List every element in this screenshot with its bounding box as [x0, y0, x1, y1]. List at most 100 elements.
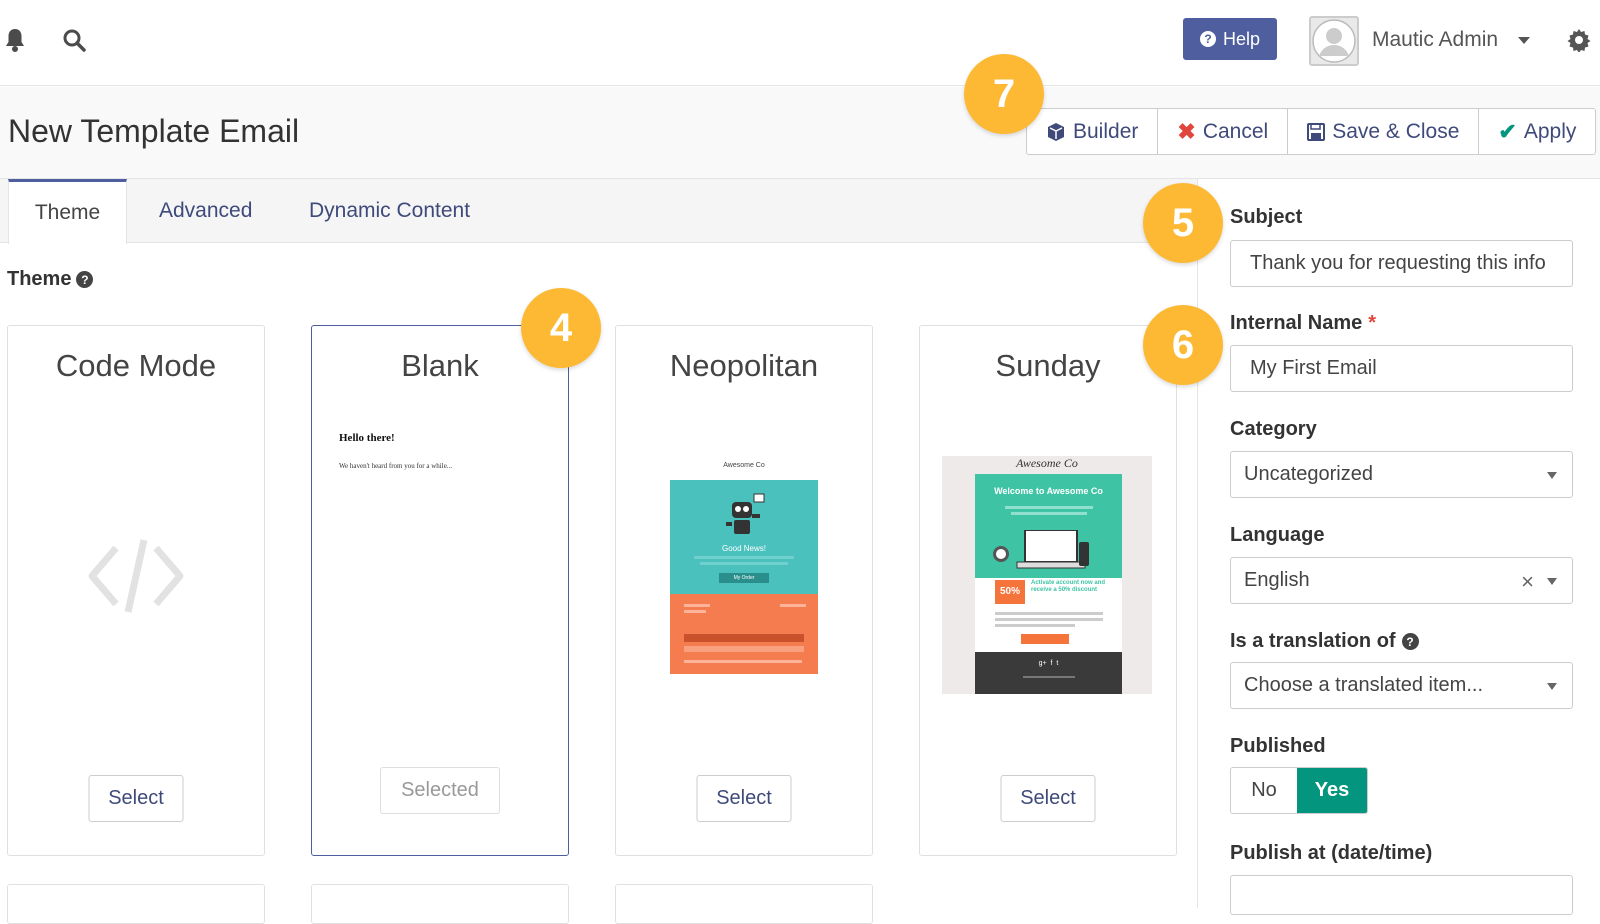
callout-badge-4: 4 [521, 288, 601, 368]
subject-label-text: Subject [1230, 206, 1303, 228]
category-label: Category [1230, 418, 1317, 441]
published-toggle: No Yes [1230, 767, 1368, 814]
select-button[interactable]: Select [696, 775, 792, 822]
theme-section-label: Theme ? [7, 268, 94, 291]
chevron-down-icon [1547, 578, 1557, 585]
internal-name-label-text: Internal Name [1230, 312, 1363, 334]
tab-dynamic-content[interactable]: Dynamic Content [309, 179, 470, 243]
bell-icon[interactable] [2, 26, 28, 54]
sunday-hero: Welcome to Awesome Co [975, 474, 1122, 578]
published-label: Published [1230, 735, 1326, 758]
search-icon[interactable] [60, 26, 88, 54]
avatar[interactable] [1309, 16, 1359, 66]
chevron-down-icon [1547, 683, 1557, 690]
select-button[interactable]: Select [88, 775, 184, 822]
category-select[interactable]: Uncategorized [1230, 451, 1573, 498]
sunday-promo-text: Activate account now and receive a 50% d… [1031, 580, 1106, 593]
page-header: New Template Email Builder ✖ Cancel Save… [0, 87, 1600, 179]
apply-button[interactable]: ✔ Apply [1479, 109, 1595, 154]
sunday-headline: Welcome to Awesome Co [994, 486, 1103, 496]
top-navbar: ? Help Mautic Admin [0, 0, 1600, 86]
theme-card-code-mode[interactable]: Code Mode Select [7, 325, 265, 856]
select-button[interactable]: Select [1000, 775, 1096, 822]
theme-label-text: Theme [7, 268, 72, 290]
language-label-text: Language [1230, 524, 1325, 546]
close-icon: ✖ [1177, 118, 1196, 144]
gear-icon[interactable] [1566, 27, 1592, 53]
required-mark: * [1368, 312, 1377, 334]
tab-theme[interactable]: Theme [8, 179, 127, 244]
internal-name-label: Internal Name * [1230, 312, 1376, 335]
theme-card-blank[interactable]: Blank Hello there! We haven't heard from… [311, 325, 569, 856]
theme-card-sunday[interactable]: Sunday Awesome Co Welcome to Awesome Co … [919, 325, 1177, 856]
theme-card-title: Code Mode [55, 348, 217, 383]
category-value: Uncategorized [1244, 463, 1373, 485]
help-icon[interactable]: ? [1401, 633, 1419, 650]
toolbar-button-group: Builder ✖ Cancel Save & Close ✔ Apply [1026, 108, 1597, 155]
user-name[interactable]: Mautic Admin [1372, 28, 1498, 52]
callout-badge-5: 5 [1143, 183, 1223, 263]
theme-card-row2[interactable] [615, 884, 873, 924]
blank-preview-body: We haven't heard from you for a while... [339, 462, 453, 470]
laptop-icon [1016, 530, 1086, 569]
cube-icon [1048, 122, 1064, 141]
language-label: Language [1230, 524, 1324, 547]
robot-icon [726, 493, 765, 534]
theme-card-neopolitan[interactable]: Neopolitan Awesome Co Good News! My Orde… [615, 325, 873, 856]
sunday-preview: Awesome Co Welcome to Awesome Co 50% Act… [942, 456, 1152, 694]
callout-badge-6: 6 [1143, 305, 1223, 385]
callout-badge-7: 7 [964, 54, 1044, 134]
cancel-button[interactable]: ✖ Cancel [1158, 109, 1289, 154]
selected-button: Selected [380, 767, 500, 814]
builder-label: Builder [1073, 119, 1139, 143]
publish-at-label-text: Publish at (date/time) [1230, 842, 1433, 864]
publish-at-input[interactable] [1230, 875, 1573, 915]
translation-label: Is a translation of ? [1230, 630, 1419, 653]
neopolitan-brand: Awesome Co [723, 462, 765, 469]
neopolitan-headline: Good News! [721, 544, 767, 553]
published-yes-button[interactable]: Yes [1297, 768, 1367, 813]
help-icon[interactable]: ? [76, 271, 94, 288]
subject-input[interactable]: Thank you for requesting this info [1230, 240, 1573, 287]
chevron-down-icon[interactable] [1518, 37, 1530, 44]
internal-name-input[interactable]: My First Email [1230, 345, 1573, 392]
tab-advanced[interactable]: Advanced [159, 179, 252, 243]
theme-card-title: Neopolitan [669, 348, 819, 383]
published-label-text: Published [1230, 735, 1326, 757]
translation-select[interactable]: Choose a translated item... [1230, 662, 1573, 709]
translation-label-text: Is a translation of [1230, 630, 1396, 652]
checkmark-icon: ✔ [1498, 118, 1517, 144]
theme-card-row2[interactable] [7, 884, 265, 924]
neopolitan-hero: Good News! My Order [670, 480, 818, 594]
sunday-brand: Awesome Co [1016, 456, 1078, 470]
theme-card-row2[interactable] [311, 884, 569, 924]
help-button[interactable]: ? Help [1183, 18, 1277, 60]
neopolitan-details [670, 594, 818, 674]
translation-placeholder: Choose a translated item... [1244, 674, 1484, 696]
published-no-button[interactable]: No [1231, 768, 1297, 813]
page-title: New Template Email [8, 113, 300, 149]
subject-label: Subject [1230, 206, 1302, 229]
tab-bar: Theme Advanced Dynamic Content [0, 179, 1197, 244]
theme-card-title: Sunday [995, 348, 1101, 383]
neopolitan-cta: My Order [719, 573, 769, 583]
save-close-button[interactable]: Save & Close [1288, 109, 1480, 154]
builder-button[interactable]: Builder [1027, 109, 1159, 154]
help-label: Help [1222, 28, 1261, 49]
sunday-promo: 50% [995, 580, 1025, 604]
chevron-down-icon [1547, 472, 1557, 479]
publish-at-label: Publish at (date/time) [1230, 842, 1432, 865]
language-select[interactable]: English × [1230, 557, 1573, 604]
sunday-footer: g+ f t [975, 652, 1122, 694]
blank-preview-heading: Hello there! [339, 432, 395, 444]
question-icon: ? [1199, 31, 1216, 47]
cancel-label: Cancel [1202, 119, 1269, 143]
neopolitan-preview: Awesome Co Good News! My Order [670, 462, 818, 674]
apply-label: Apply [1523, 119, 1577, 143]
clear-icon[interactable]: × [1521, 569, 1534, 595]
category-label-text: Category [1230, 418, 1317, 440]
code-icon [88, 539, 184, 613]
save-close-label: Save & Close [1332, 119, 1460, 143]
language-value: English [1244, 569, 1310, 591]
sunday-email: Welcome to Awesome Co 50% Activate accou… [975, 474, 1122, 694]
